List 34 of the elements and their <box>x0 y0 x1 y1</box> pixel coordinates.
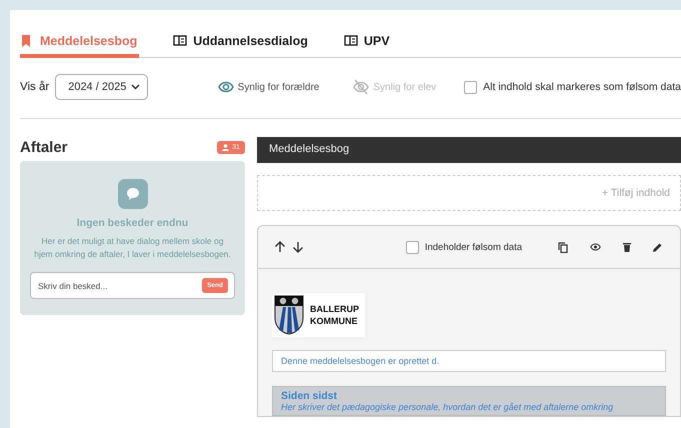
visibility-toggle[interactable]: Synlig for elev <box>347 78 442 96</box>
eye-slash-icon <box>353 79 370 95</box>
person-icon <box>222 144 230 150</box>
checkbox[interactable] <box>464 80 478 94</box>
section-heading: Siden sidst <box>281 390 338 402</box>
section-text: Her skriver det pædagogiske personale, hvordan det er gået med aftalerne omkring <box>281 402 614 412</box>
empty-title: Ingen beskeder endnu <box>76 217 188 229</box>
section-title: Aftaler <box>20 138 68 156</box>
tab[interactable]: UPV <box>344 28 392 58</box>
chat-bubble-icon <box>118 179 148 209</box>
trash-icon <box>623 242 631 252</box>
panel-icon <box>173 34 188 48</box>
coat-of-arms-icon <box>274 295 304 335</box>
arrow-down-icon <box>292 241 304 253</box>
visibility-toggle[interactable]: Synlig for forældre <box>212 78 326 96</box>
checkbox[interactable] <box>406 240 419 254</box>
tab[interactable]: Uddannelsesdialog <box>173 28 310 58</box>
logo-text: BALLERUP <box>310 303 359 315</box>
pencil-icon <box>653 242 662 252</box>
checkbox-label: Alt indhold skal markeres som følsom data <box>483 81 681 93</box>
copy-icon <box>558 242 568 252</box>
panel-icon <box>344 34 358 48</box>
add-content-link[interactable]: + Tilføj indhold <box>602 187 670 199</box>
eye-icon <box>590 243 601 251</box>
empty-description: Her er det muligt at have dialog mellem skole og hjem omkring de aftaler, I laver i meddelelsesbogen. <box>34 235 231 260</box>
chevron-down-icon <box>131 84 140 90</box>
eye-icon <box>218 79 234 95</box>
year-label: Vis år <box>20 81 50 93</box>
checkbox-label: Indeholder følsom data <box>424 242 522 252</box>
tab[interactable]: Meddelelsesbog <box>20 28 140 58</box>
logo-text: KOMMUNE <box>310 315 358 327</box>
arrow-up-icon <box>274 241 286 253</box>
year-dropdown[interactable]: 2024 / 2025 <box>55 74 148 100</box>
notebook-header: Meddelelsesbog <box>257 137 681 163</box>
